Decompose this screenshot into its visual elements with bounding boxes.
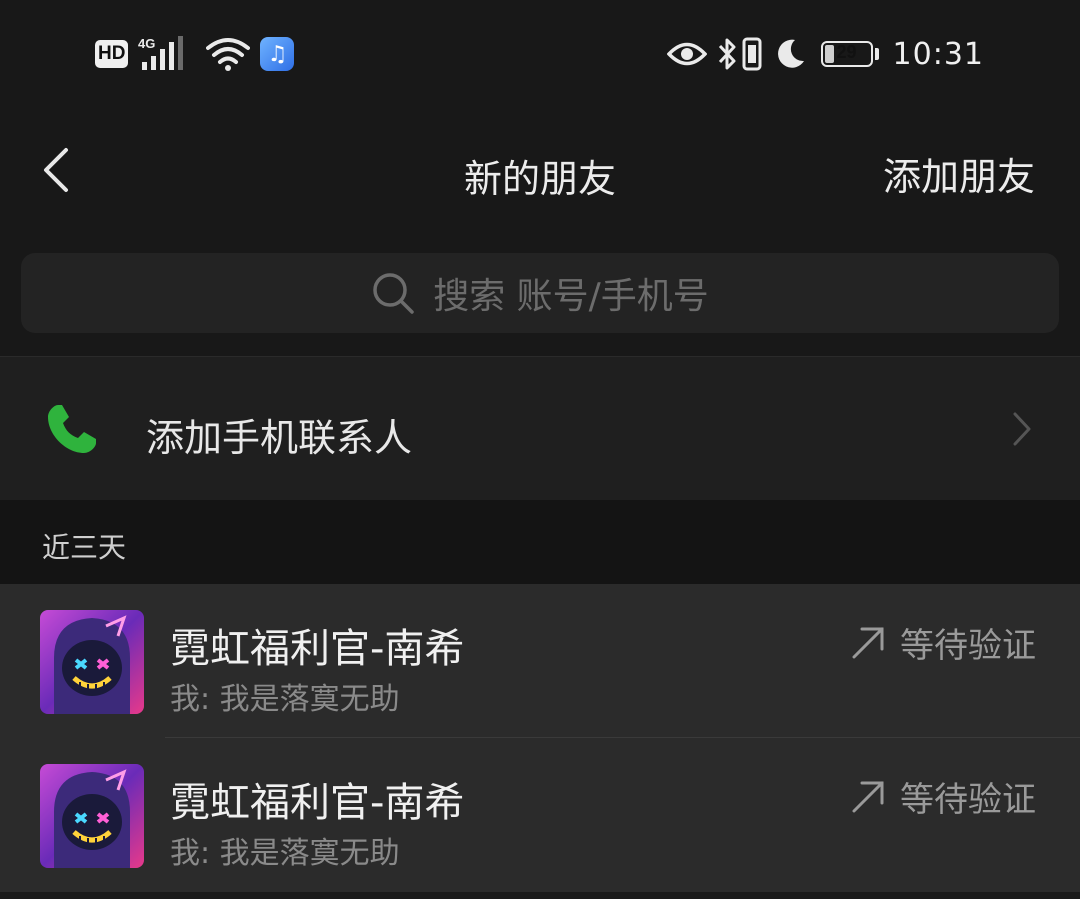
add-phone-contacts-label: 添加手机联系人: [146, 416, 413, 460]
battery-icon: 29: [820, 41, 879, 67]
friend-request-item[interactable]: 霓虹福利官-南希 我: 我是落寞无助 等待验证: [0, 584, 1080, 738]
request-status: 等待验证: [850, 618, 1036, 667]
vibrate-icon: [741, 37, 763, 71]
add-friend-button[interactable]: 添加朋友: [883, 146, 1035, 201]
request-status-label: 等待验证: [900, 780, 1036, 820]
friend-request-item[interactable]: 霓虹福利官-南希 我: 我是落寞无助 等待验证: [0, 738, 1080, 892]
avatar[interactable]: [40, 610, 144, 714]
request-message: 我: 我是落寞无助: [170, 836, 400, 871]
status-bar-left: HD 4G ♫: [95, 32, 295, 76]
nav-bar: 新的朋友 添加朋友: [0, 120, 1080, 220]
avatar[interactable]: [40, 764, 144, 868]
section-header: 近三天: [0, 500, 1080, 584]
phone-icon: [48, 405, 96, 453]
arrow-up-right-icon: [852, 781, 884, 812]
music-app-icon: ♫: [260, 37, 295, 71]
search-input[interactable]: 搜索 账号/手机号: [21, 253, 1059, 333]
hd-badge: HD: [95, 40, 129, 68]
chevron-right-icon: [1013, 412, 1031, 446]
search-placeholder: 搜索 账号/手机号: [433, 276, 709, 317]
wifi-icon: [206, 36, 251, 72]
request-status-label: 等待验证: [900, 626, 1036, 666]
status-bar-right: 29 10:31: [657, 32, 984, 76]
status-bar: HD 4G ♫ 29 10:31: [0, 0, 1080, 110]
request-name: 霓虹福利官-南希: [170, 780, 465, 826]
search-icon: [373, 273, 414, 314]
request-name: 霓虹福利官-南希: [170, 626, 465, 672]
signal-icon: 4G: [138, 34, 196, 74]
request-message: 我: 我是落寞无助: [170, 682, 400, 717]
clock: 10:31: [892, 36, 984, 72]
add-phone-contacts-row[interactable]: 添加手机联系人: [0, 356, 1080, 501]
eye-icon: [666, 39, 707, 69]
battery-level: 29: [836, 42, 857, 62]
bluetooth-icon: [717, 37, 737, 71]
network-type: 4G: [138, 36, 155, 51]
arrow-up-right-icon: [852, 627, 884, 658]
new-friends-screen: HD 4G ♫ 29 10:31 新的朋友 添加朋友 搜索 账号/手机号 添加手…: [0, 0, 1080, 899]
moon-icon: [773, 37, 807, 71]
request-status: 等待验证: [850, 772, 1036, 821]
friend-request-list: 霓虹福利官-南希 我: 我是落寞无助 等待验证 霓虹福利官-南希 我: 我是落寞…: [0, 584, 1080, 892]
bottom-strip: [0, 892, 1080, 899]
section-label-recent: 近三天: [42, 531, 127, 564]
